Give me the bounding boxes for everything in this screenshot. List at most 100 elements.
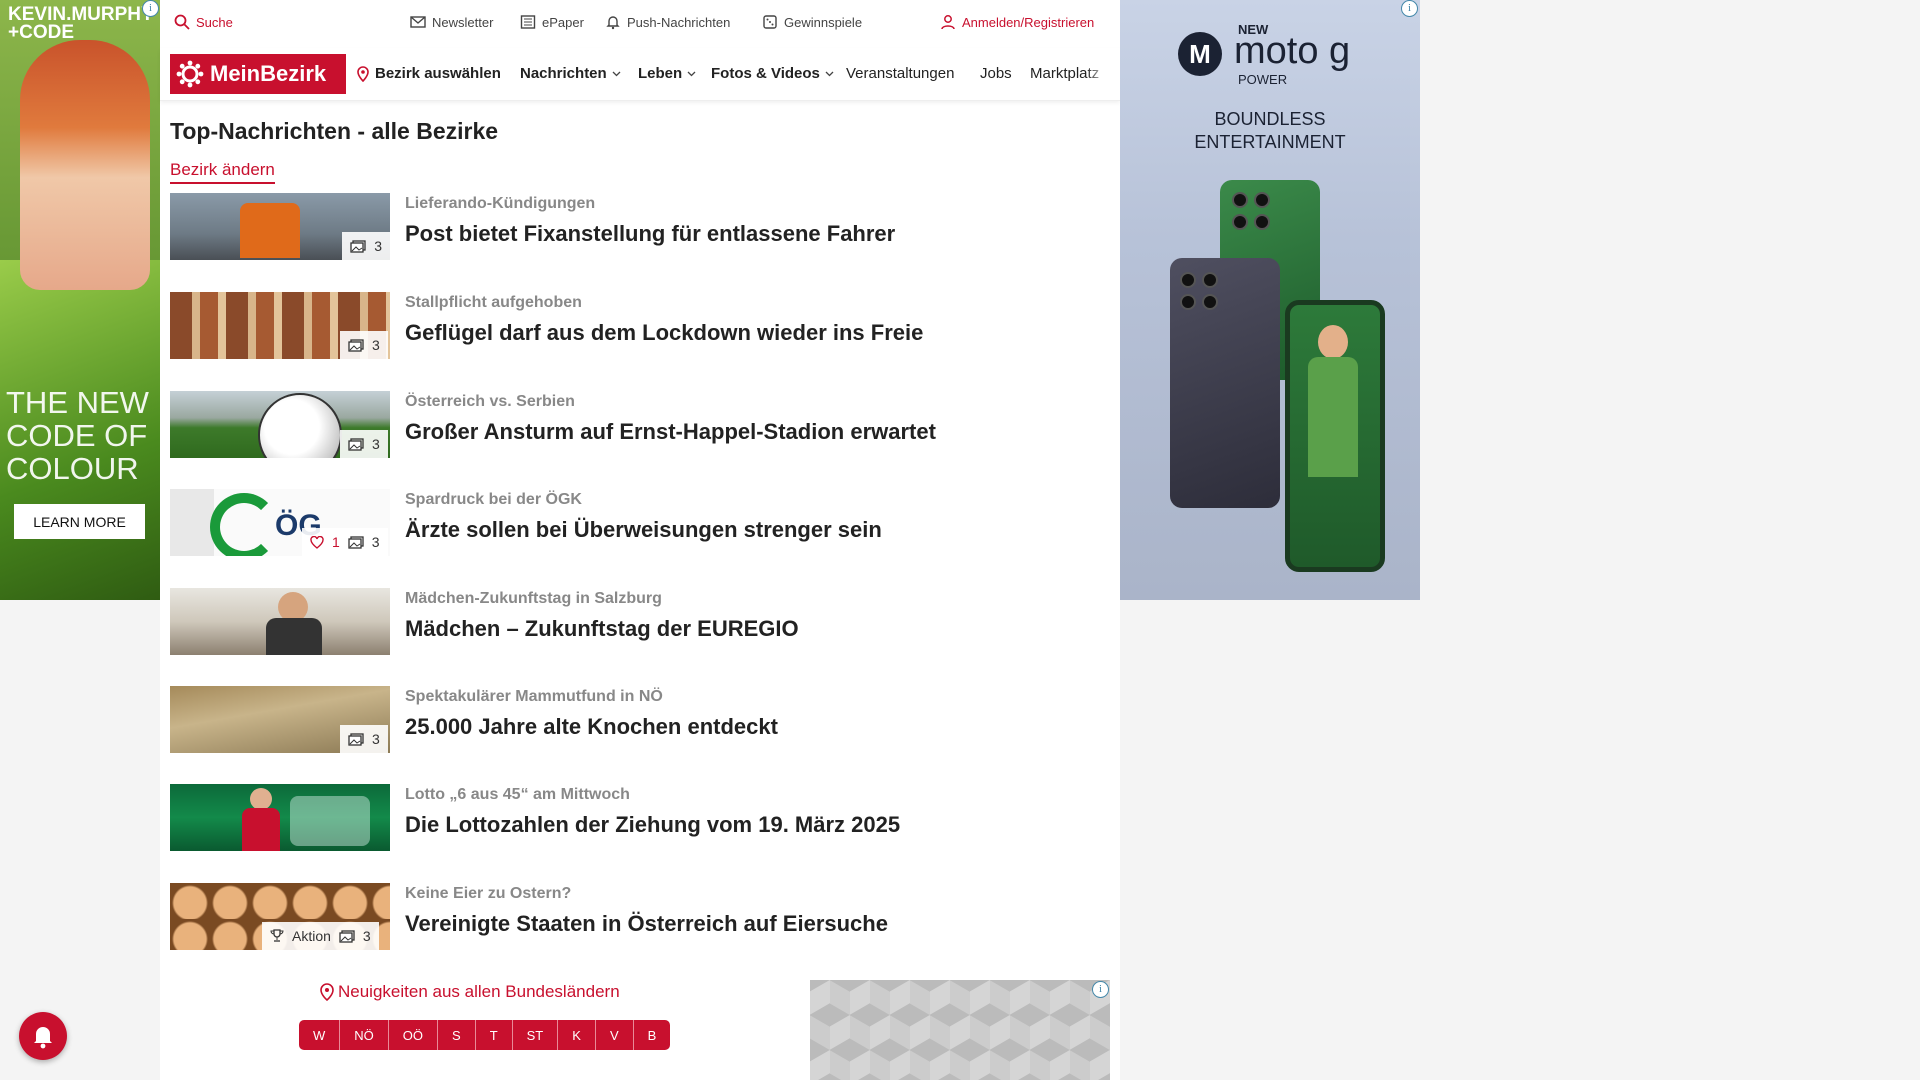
gewinnspiele-label: Gewinnspiele xyxy=(784,14,863,30)
state-button-st[interactable]: ST xyxy=(512,1020,559,1050)
ad-info-icon[interactable]: i xyxy=(1092,981,1109,998)
logo-sun-icon xyxy=(176,60,204,88)
article-headline[interactable]: Ärzte sollen bei Überweisungen strenger … xyxy=(405,517,882,543)
article-headline[interactable]: Post bietet Fixanstellung für entlassene… xyxy=(405,221,895,247)
article-kicker: Stallpflicht aufgehoben xyxy=(405,294,582,311)
main-navigation: MeinBezirk Bezirk auswählen Nachrichten … xyxy=(160,48,1120,101)
article-thumbnail: 3 xyxy=(170,193,390,260)
article-item[interactable]: 3 Spektakulärer Mammutfund in NÖ 25.000 … xyxy=(170,686,1110,754)
change-bezirk-link[interactable]: Bezirk ändern xyxy=(170,160,275,184)
ad-info-icon[interactable]: i xyxy=(1401,0,1418,17)
login-link[interactable]: Anmelden/Registrieren xyxy=(940,14,1094,30)
nav-fotos-videos[interactable]: Fotos & Videos xyxy=(711,65,834,82)
state-button-t[interactable]: T xyxy=(475,1020,513,1050)
article-headline[interactable]: Mädchen – Zukunftstag der EUREGIO xyxy=(405,616,799,642)
nav-leben[interactable]: Leben xyxy=(638,65,696,82)
bell-icon xyxy=(606,16,620,30)
left-ad-banner[interactable]: KEVIN.MURPHY +CODE THE NEW CODE OF COLOU… xyxy=(0,0,160,600)
newsletter-link[interactable]: Newsletter xyxy=(410,14,493,30)
article-thumbnail xyxy=(170,588,390,655)
article-thumbnail xyxy=(170,784,390,851)
gallery-icon xyxy=(350,239,366,253)
ad-brand: KEVIN.MURPHY +CODE xyxy=(8,4,154,43)
ad-learn-more-button[interactable]: LEARN MORE xyxy=(14,504,145,539)
ad-info-icon[interactable]: i xyxy=(142,0,159,17)
photo-count-badge: 3 xyxy=(340,331,388,359)
photo-count: 3 xyxy=(372,337,380,353)
article-headline[interactable]: Vereinigte Staaten in Österreich auf Eie… xyxy=(405,911,888,937)
article-item[interactable]: 3 Lieferando-Kündigungen Post bietet Fix… xyxy=(170,193,1110,261)
search-icon xyxy=(174,14,190,30)
user-icon xyxy=(941,15,955,30)
newsletter-label: Newsletter xyxy=(432,14,494,30)
nav-nachrichten[interactable]: Nachrichten xyxy=(520,65,621,82)
photo-count: 3 xyxy=(374,238,382,254)
chevron-down-icon xyxy=(612,71,621,76)
bezirk-select-label: Bezirk auswählen xyxy=(375,65,501,82)
article-kicker: Spektakulärer Mammutfund in NÖ xyxy=(405,688,663,705)
article-headline[interactable]: 25.000 Jahre alte Knochen entdeckt xyxy=(405,714,778,740)
state-button-v[interactable]: V xyxy=(595,1020,634,1050)
promo-badge: Aktion 3 xyxy=(262,922,379,950)
article-headline[interactable]: Geflügel darf aus dem Lockdown wieder in… xyxy=(405,320,923,346)
bezirk-select[interactable]: Bezirk auswählen xyxy=(356,65,501,82)
ad-model-image xyxy=(20,40,150,290)
right-ad-banner[interactable]: M NEW moto g POWER BOUNDLESS ENTERTAINME… xyxy=(1120,0,1420,600)
search-link[interactable]: Suche xyxy=(174,14,233,30)
page-title: Top-Nachrichten - alle Bezirke xyxy=(170,118,499,144)
reaction-badge: 1 3 xyxy=(302,528,388,556)
article-kicker: Keine Eier zu Ostern? xyxy=(405,885,572,902)
article-kicker: Österreich vs. Serbien xyxy=(405,393,575,410)
article-item[interactable]: 3 Österreich vs. Serbien Großer Ansturm … xyxy=(170,391,1110,459)
ad-tagline: THE NEW CODE OF COLOUR xyxy=(6,385,149,486)
phone-dark-back xyxy=(1170,258,1280,508)
all-states-link[interactable]: Neuigkeiten aus allen Bundesländern xyxy=(320,982,620,1002)
search-label: Suche xyxy=(196,14,233,30)
article-item[interactable]: Lotto „6 aus 45“ am Mittwoch Die Lottoza… xyxy=(170,784,1110,852)
state-button-w[interactable]: W xyxy=(299,1020,341,1050)
nav-jobs[interactable]: Jobs xyxy=(980,65,1012,82)
state-button-b[interactable]: B xyxy=(633,1020,671,1050)
epaper-link[interactable]: ePaper xyxy=(520,14,584,30)
article-headline[interactable]: Die Lottozahlen der Ziehung vom 19. März… xyxy=(405,812,900,838)
push-link[interactable]: Push-Nachrichten xyxy=(605,14,730,30)
promo-label: Aktion xyxy=(292,928,331,944)
state-button-group: W NÖ OÖ S T ST K V B xyxy=(299,1020,671,1050)
article-kicker: Lotto „6 aus 45“ am Mittwoch xyxy=(405,786,630,803)
article-headline[interactable]: Großer Ansturm auf Ernst-Happel-Stadion … xyxy=(405,419,936,445)
login-label: Anmelden/Registrieren xyxy=(962,14,1095,30)
state-button-k[interactable]: K xyxy=(558,1020,596,1050)
mail-icon xyxy=(410,16,426,28)
article-item[interactable]: Aktion 3 Keine Eier zu Ostern? Vereinigt… xyxy=(170,883,1110,951)
nav-fotos-videos-label: Fotos & Videos xyxy=(711,65,820,82)
article-item[interactable]: Mädchen-Zukunftstag in Salzburg Mädchen … xyxy=(170,588,1110,656)
photo-count: 3 xyxy=(362,928,371,944)
photo-count: 3 xyxy=(372,436,380,452)
ad-slogan: BOUNDLESS ENTERTAINMENT xyxy=(1194,109,1346,152)
gewinnspiele-link[interactable]: Gewinnspiele xyxy=(762,14,862,30)
photo-count-badge: 3 xyxy=(340,430,388,458)
article-item[interactable]: 3 Stallpflicht aufgehoben Geflügel darf … xyxy=(170,292,1110,360)
article-item[interactable]: ÖG 1 3 Spardruck bei der ÖGK Ärzte solle… xyxy=(170,489,1110,557)
gallery-icon xyxy=(348,437,364,451)
gallery-icon xyxy=(348,732,364,746)
photo-count: 3 xyxy=(372,731,380,747)
nav-leben-label: Leben xyxy=(638,65,683,82)
state-button-ooe[interactable]: OÖ xyxy=(388,1020,439,1050)
ad-power-label: POWER xyxy=(1238,72,1288,87)
nav-veranstaltungen[interactable]: Veranstaltungen xyxy=(846,65,954,82)
nav-marktplatz[interactable]: Marktplatz xyxy=(1030,65,1110,82)
location-pin-icon xyxy=(357,65,369,82)
site-logo[interactable]: MeinBezirk xyxy=(170,54,346,94)
like-count: 1 xyxy=(332,534,340,550)
bottom-ad-banner[interactable]: i xyxy=(810,980,1110,1080)
photo-count-badge: 3 xyxy=(340,725,388,753)
gallery-icon xyxy=(339,929,355,943)
newspaper-icon xyxy=(520,15,536,29)
state-button-noe[interactable]: NÖ xyxy=(340,1020,389,1050)
trophy-icon xyxy=(270,929,284,942)
chevron-down-icon xyxy=(687,71,696,76)
push-label: Push-Nachrichten xyxy=(627,14,731,30)
notification-bell-button[interactable] xyxy=(19,1012,67,1060)
state-button-s[interactable]: S xyxy=(438,1020,476,1050)
